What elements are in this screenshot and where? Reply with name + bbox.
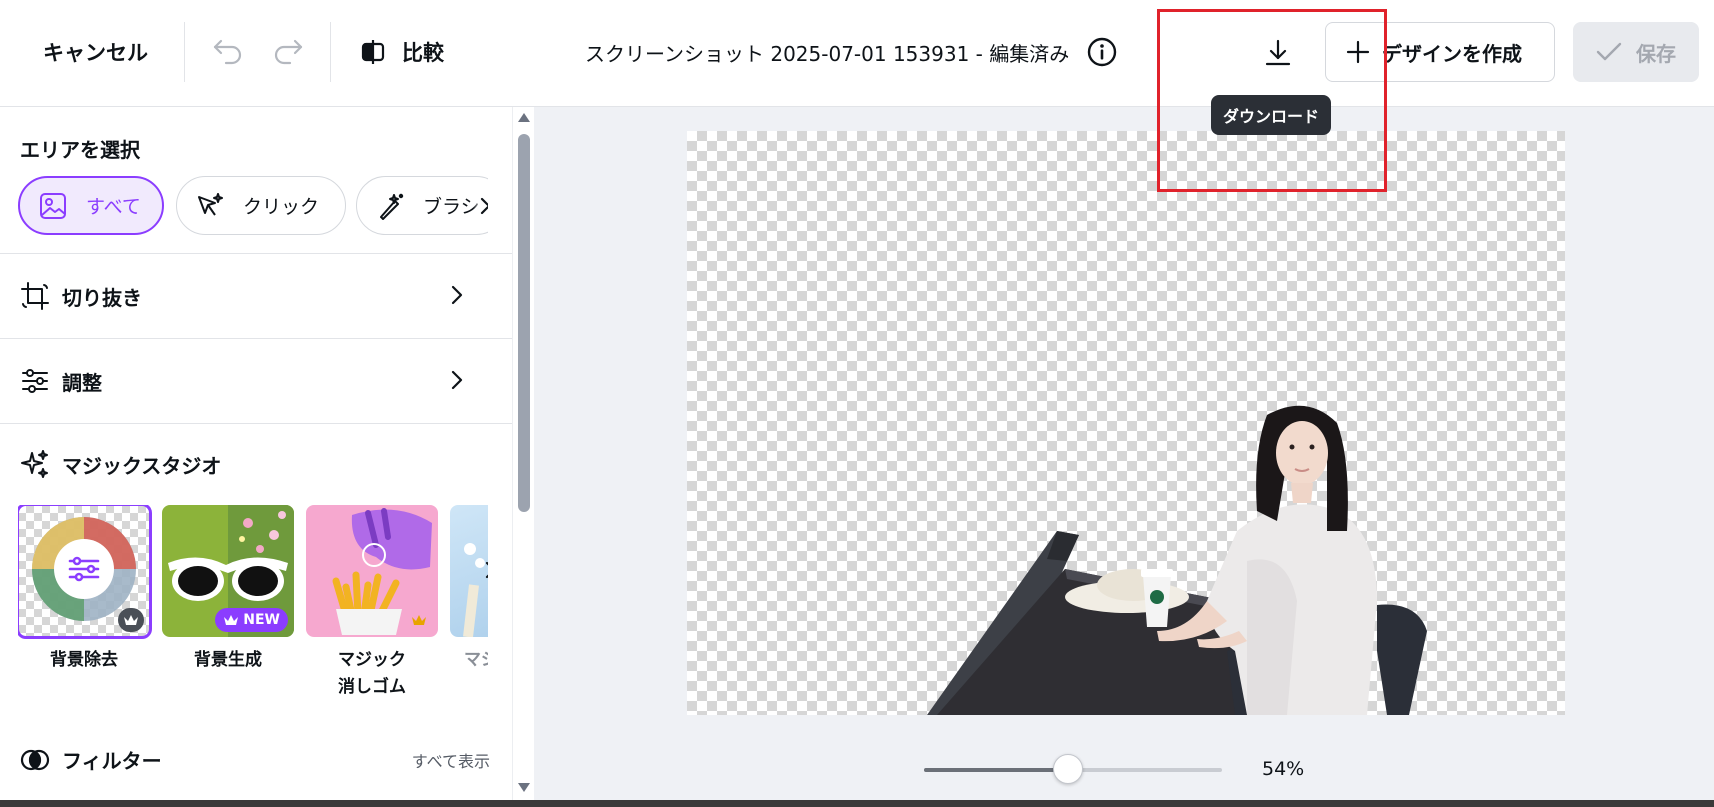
chip-label: ブラシ (423, 196, 480, 218)
filter-row: フィルター すべて表示 (20, 742, 490, 778)
info-button[interactable] (1085, 35, 1119, 69)
magic-eraser-thumbnail (306, 505, 438, 637)
background-generator-thumbnail: NEW (162, 505, 294, 637)
crop-icon (21, 282, 49, 310)
chevron-right-icon (451, 285, 463, 305)
sidebar-scrollbar[interactable] (512, 107, 534, 800)
scroll-up-arrow-icon[interactable] (518, 113, 530, 122)
new-badge-label: NEW (243, 612, 280, 628)
tool-background-generator[interactable]: NEW 背景生成 (162, 505, 294, 674)
divider (330, 22, 331, 82)
redo-button[interactable] (270, 33, 306, 69)
magic-studio-title: マジックスタジオ (62, 453, 222, 478)
divider (0, 423, 512, 424)
tool-magic-eraser[interactable]: マジック 消しゴム (306, 505, 438, 701)
adjust-label: 調整 (62, 371, 102, 395)
tools-scroll-right-button[interactable] (478, 555, 488, 585)
top-bar: キャンセル 比較 スクリーンショット 2025-07-01 153931 - 編… (0, 0, 1714, 107)
tool-label: 背景生成 (194, 650, 262, 670)
undo-button[interactable] (210, 33, 246, 69)
sliders-icon (22, 369, 48, 393)
zoom-slider[interactable] (924, 754, 1222, 784)
crown-badge (118, 608, 144, 632)
save-button[interactable]: 保存 (1573, 22, 1699, 82)
desktop-strip (0, 800, 1714, 807)
crown-badge (406, 608, 432, 632)
create-design-label: デザインを作成 (1382, 41, 1522, 66)
image-canvas[interactable] (687, 131, 1565, 715)
select-brush-chip[interactable]: ブラシ (356, 176, 488, 235)
download-button[interactable] (1258, 33, 1298, 73)
tool-label-line: 消しゴム (338, 677, 406, 697)
chevron-right-icon (485, 561, 488, 579)
crop-label: 切り抜き (62, 286, 142, 310)
cutout-photo (927, 405, 1427, 715)
adjust-row[interactable]: 調整 (0, 339, 512, 423)
tool-label-line: マジック (338, 650, 406, 670)
download-tooltip: ダウンロード (1211, 95, 1332, 135)
select-area-title: エリアを選択 (20, 138, 140, 162)
select-click-chip[interactable]: クリック (176, 176, 346, 235)
create-design-button[interactable]: デザインを作成 (1325, 22, 1555, 82)
chip-label: すべて (86, 196, 141, 218)
tool-label: 背景除去 (50, 650, 118, 670)
tool-magic-partial[interactable]: マジック (450, 505, 488, 674)
chevron-right-icon (451, 370, 463, 390)
chips-scroll-right-button[interactable] (473, 194, 488, 218)
compare-label: 比較 (402, 41, 444, 65)
compare-button[interactable]: 比較 (360, 33, 444, 71)
crown-icon (412, 615, 426, 625)
scroll-down-arrow-icon[interactable] (518, 783, 530, 792)
magic-click-icon (198, 192, 223, 216)
background-remover-thumbnail (18, 505, 152, 639)
crown-icon (124, 615, 138, 625)
filter-icon (20, 749, 50, 771)
crop-row[interactable]: 切り抜き (0, 254, 512, 338)
plus-icon (1346, 40, 1370, 64)
select-area-options: すべて クリック ブラシ (18, 176, 488, 236)
tool-label: マジック (464, 650, 488, 670)
download-icon (1265, 39, 1291, 66)
zoom-percent[interactable]: 54% (1262, 758, 1304, 780)
tool-background-remover[interactable]: 背景除去 (18, 505, 152, 674)
document-title[interactable]: スクリーンショット 2025-07-01 153931 - 編集済み (585, 38, 1069, 67)
save-label: 保存 (1636, 41, 1676, 66)
filter-title: フィルター (62, 749, 162, 773)
redo-icon (274, 39, 303, 65)
magic-studio-tools: 背景除去 NEW 背景生成 マジック 消しゴム マ (18, 505, 488, 705)
select-all-chip[interactable]: すべて (18, 176, 164, 235)
chevron-right-icon (480, 197, 488, 215)
zoom-slider-fill (924, 768, 1068, 772)
crown-icon (224, 615, 239, 625)
new-badge: NEW (215, 608, 288, 632)
tool-label: マジック 消しゴム (306, 647, 438, 701)
cancel-button[interactable]: キャンセル (43, 37, 148, 67)
sparkles-icon (21, 450, 48, 478)
undo-icon (213, 39, 242, 65)
image-icon (40, 192, 66, 219)
scrollbar-thumb[interactable] (518, 134, 530, 512)
filter-show-all-link[interactable]: すべて表示 (412, 748, 490, 772)
magic-brush-icon (380, 193, 404, 220)
divider (184, 22, 185, 82)
check-icon (1596, 42, 1622, 61)
compare-icon (361, 40, 385, 64)
chip-label: クリック (243, 196, 320, 218)
zoom-slider-handle[interactable] (1053, 754, 1083, 784)
info-icon (1087, 37, 1117, 67)
magic-studio-header: マジックスタジオ (20, 447, 221, 481)
